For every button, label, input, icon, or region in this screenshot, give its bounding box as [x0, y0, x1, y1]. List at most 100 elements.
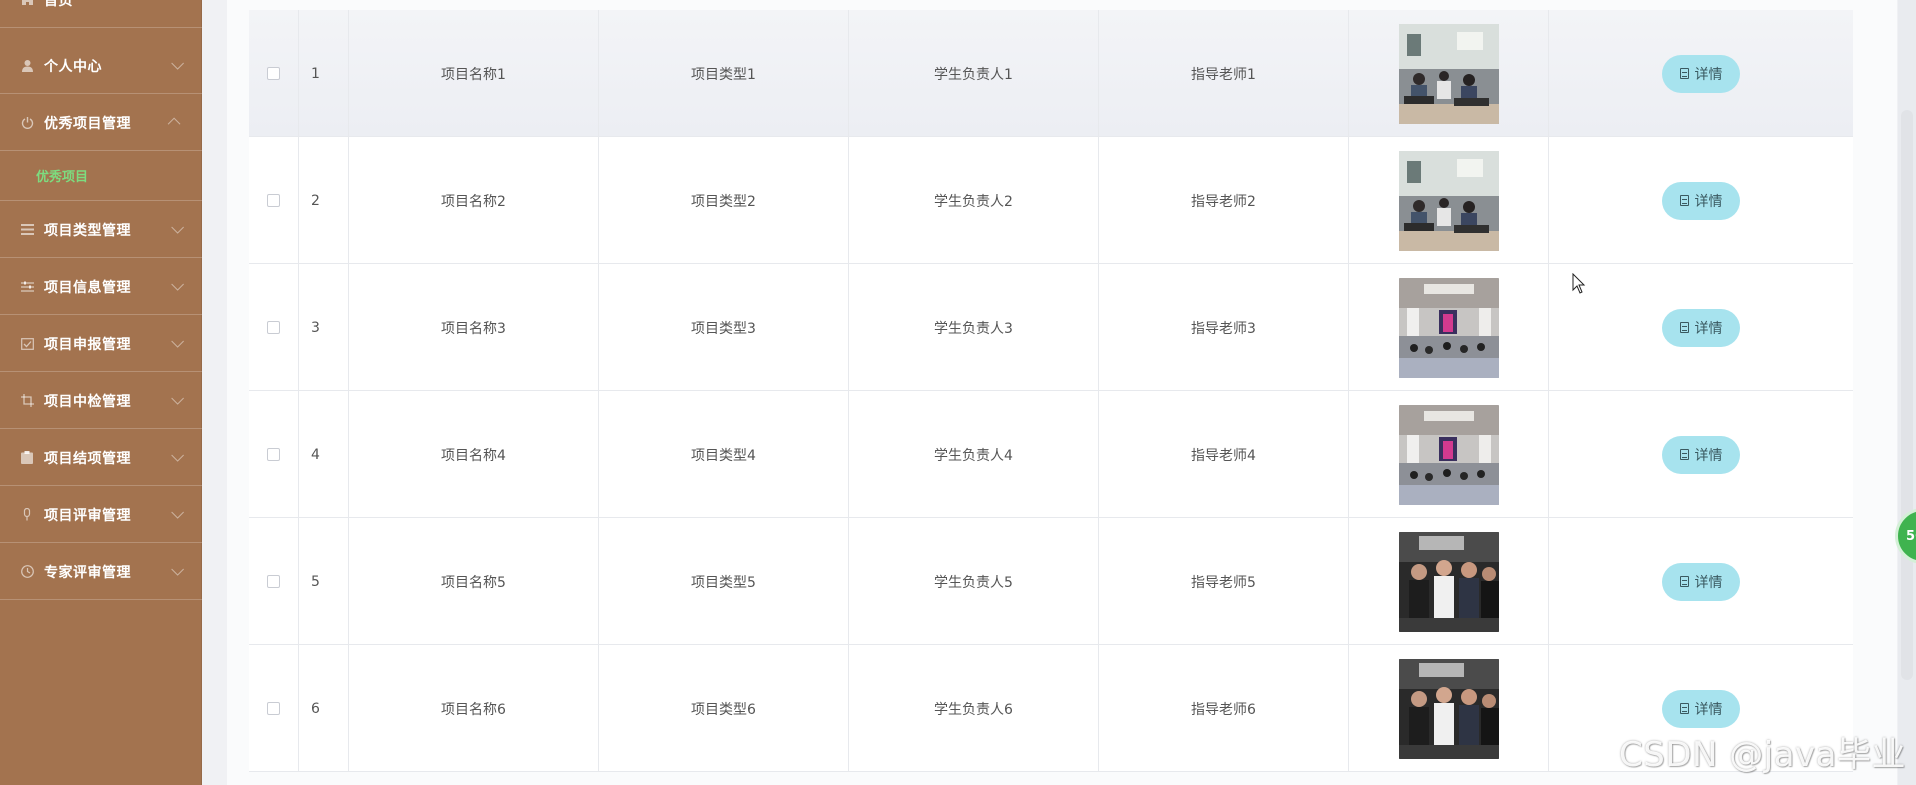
sidebar-item-personal-center[interactable]: 个人中心 — [0, 38, 202, 94]
table-row[interactable]: 1 项目名称1 项目类型1 学生负责人1 指导老师1 详情 — [249, 10, 1853, 137]
project-name-cell-cell: 项目名称5 — [349, 518, 599, 645]
detail-button-cell: 详情 — [1549, 391, 1853, 518]
project-photo — [1398, 658, 1499, 759]
row-checkbox-cell — [249, 645, 299, 772]
chevron-down-icon — [171, 57, 184, 70]
project-photo — [1398, 23, 1499, 124]
row-checkbox[interactable] — [267, 448, 280, 461]
advisor-cell: 指导老师2 — [1191, 193, 1256, 210]
sidebar-item-home[interactable]: 首页 — [0, 0, 202, 28]
document-icon — [1679, 449, 1689, 460]
project-name-cell-cell: 项目名称2 — [349, 137, 599, 264]
sidebar-item-label: 项目申报管理 — [44, 336, 131, 353]
project-type-cell: 项目类型5 — [691, 574, 756, 591]
advisor-cell: 指导老师1 — [1191, 66, 1256, 83]
table-row[interactable]: 5 项目名称5 项目类型5 学生负责人5 指导老师5 详情 — [249, 518, 1853, 645]
detail-button-label: 详情 — [1694, 574, 1723, 591]
sidebar-item-project-closing[interactable]: 项目结项管理 — [0, 430, 202, 486]
row-index-cell: 3 — [299, 264, 349, 391]
project-name-cell-cell: 项目名称4 — [349, 391, 599, 518]
row-index: 3 — [311, 319, 320, 336]
clock-icon — [20, 565, 34, 579]
sidebar-item-label: 个人中心 — [44, 58, 102, 75]
row-checkbox[interactable] — [267, 194, 280, 207]
sidebar-item-project-info[interactable]: 项目信息管理 — [0, 259, 202, 315]
detail-button-label: 详情 — [1694, 320, 1723, 337]
project-name-cell: 项目名称2 — [441, 193, 506, 210]
advisor-cell-cell: 指导老师4 — [1099, 391, 1349, 518]
detail-button[interactable]: 详情 — [1662, 308, 1740, 347]
scrollbar-thumb[interactable] — [1901, 110, 1913, 680]
row-index: 4 — [311, 446, 320, 463]
sidebar-item-label: 专家评审管理 — [44, 564, 131, 581]
project-type-cell-cell: 项目类型5 — [599, 518, 849, 645]
project-photo-cell — [1349, 10, 1549, 137]
sidebar-item-midterm-check[interactable]: 项目中检管理 — [0, 373, 202, 429]
table-row[interactable]: 2 项目名称2 项目类型2 学生负责人2 指导老师2 详情 — [249, 137, 1853, 264]
detail-button-label: 详情 — [1694, 447, 1723, 464]
scrollbar-track[interactable] — [1898, 0, 1916, 785]
user-icon — [20, 59, 34, 73]
detail-button[interactable]: 详情 — [1662, 689, 1740, 728]
document-icon — [1679, 322, 1689, 333]
detail-button[interactable]: 详情 — [1662, 435, 1740, 474]
row-checkbox[interactable] — [267, 575, 280, 588]
project-photo-cell — [1349, 645, 1549, 772]
crop-icon — [20, 394, 34, 408]
sidebar-item-label: 项目类型管理 — [44, 222, 131, 239]
clipboard-icon — [20, 451, 34, 465]
row-checkbox-cell — [249, 264, 299, 391]
detail-button[interactable]: 详情 — [1662, 562, 1740, 601]
sidebar-item-excellent-projects[interactable]: 优秀项目管理 — [0, 95, 202, 151]
row-index: 2 — [311, 192, 320, 209]
detail-button[interactable]: 详情 — [1662, 54, 1740, 93]
project-photo-cell — [1349, 264, 1549, 391]
row-checkbox-cell — [249, 137, 299, 264]
sidebar-item-label: 项目结项管理 — [44, 450, 131, 467]
table-row[interactable]: 6 项目名称6 项目类型6 学生负责人6 指导老师6 详情 — [249, 645, 1853, 772]
sidebar-item-project-application[interactable]: 项目申报管理 — [0, 316, 202, 372]
project-type-cell: 项目类型6 — [691, 701, 756, 718]
row-index: 6 — [311, 700, 320, 717]
project-photo — [1398, 277, 1499, 378]
advisor-cell: 指导老师3 — [1191, 320, 1256, 337]
detail-button[interactable]: 详情 — [1662, 181, 1740, 220]
sidebar-item-project-review[interactable]: 项目评审管理 — [0, 487, 202, 543]
row-index-cell: 1 — [299, 10, 349, 137]
chevron-down-icon — [171, 221, 184, 234]
sidebar-item-label: 项目信息管理 — [44, 279, 131, 296]
sidebar-item-project-types[interactable]: 项目类型管理 — [0, 202, 202, 258]
chevron-down-icon — [171, 563, 184, 576]
project-type-cell: 项目类型4 — [691, 447, 756, 464]
checkbox-icon — [20, 337, 34, 351]
chevron-down-icon — [171, 506, 184, 519]
row-checkbox[interactable] — [267, 321, 280, 334]
project-name-cell: 项目名称1 — [441, 66, 506, 83]
sidebar-item-label: 项目评审管理 — [44, 507, 131, 524]
student-leader-cell-cell: 学生负责人1 — [849, 10, 1099, 137]
student-leader-cell-cell: 学生负责人2 — [849, 137, 1099, 264]
chevron-down-icon — [171, 392, 184, 405]
advisor-cell-cell: 指导老师2 — [1099, 137, 1349, 264]
home-icon — [20, 0, 34, 7]
detail-button-label: 详情 — [1694, 701, 1723, 718]
row-checkbox-cell — [249, 10, 299, 137]
row-checkbox[interactable] — [267, 702, 280, 715]
table-row[interactable]: 3 项目名称3 项目类型3 学生负责人3 指导老师3 详情 — [249, 264, 1853, 391]
project-name-cell: 项目名称3 — [441, 320, 506, 337]
project-photo-cell — [1349, 391, 1549, 518]
document-icon — [1679, 576, 1689, 587]
project-type-cell: 项目类型1 — [691, 66, 756, 83]
advisor-cell-cell: 指导老师5 — [1099, 518, 1349, 645]
project-name-cell-cell: 项目名称3 — [349, 264, 599, 391]
student-leader-cell-cell: 学生负责人5 — [849, 518, 1099, 645]
sidebar: 首页 个人中心 优秀项目管理 优秀项目 项目类型管理 项目信息管理 项目申报管理… — [0, 0, 202, 785]
row-checkbox[interactable] — [267, 67, 280, 80]
table-row[interactable]: 4 项目名称4 项目类型4 学生负责人4 指导老师4 详情 — [249, 391, 1853, 518]
row-index: 5 — [311, 573, 320, 590]
project-name-cell-cell: 项目名称1 — [349, 10, 599, 137]
student-leader-cell-cell: 学生负责人6 — [849, 645, 1099, 772]
submenu-item-excellent-projects[interactable]: 优秀项目 — [0, 150, 202, 201]
sidebar-item-expert-review[interactable]: 专家评审管理 — [0, 544, 202, 600]
submenu-item-label: 优秀项目 — [36, 169, 89, 185]
